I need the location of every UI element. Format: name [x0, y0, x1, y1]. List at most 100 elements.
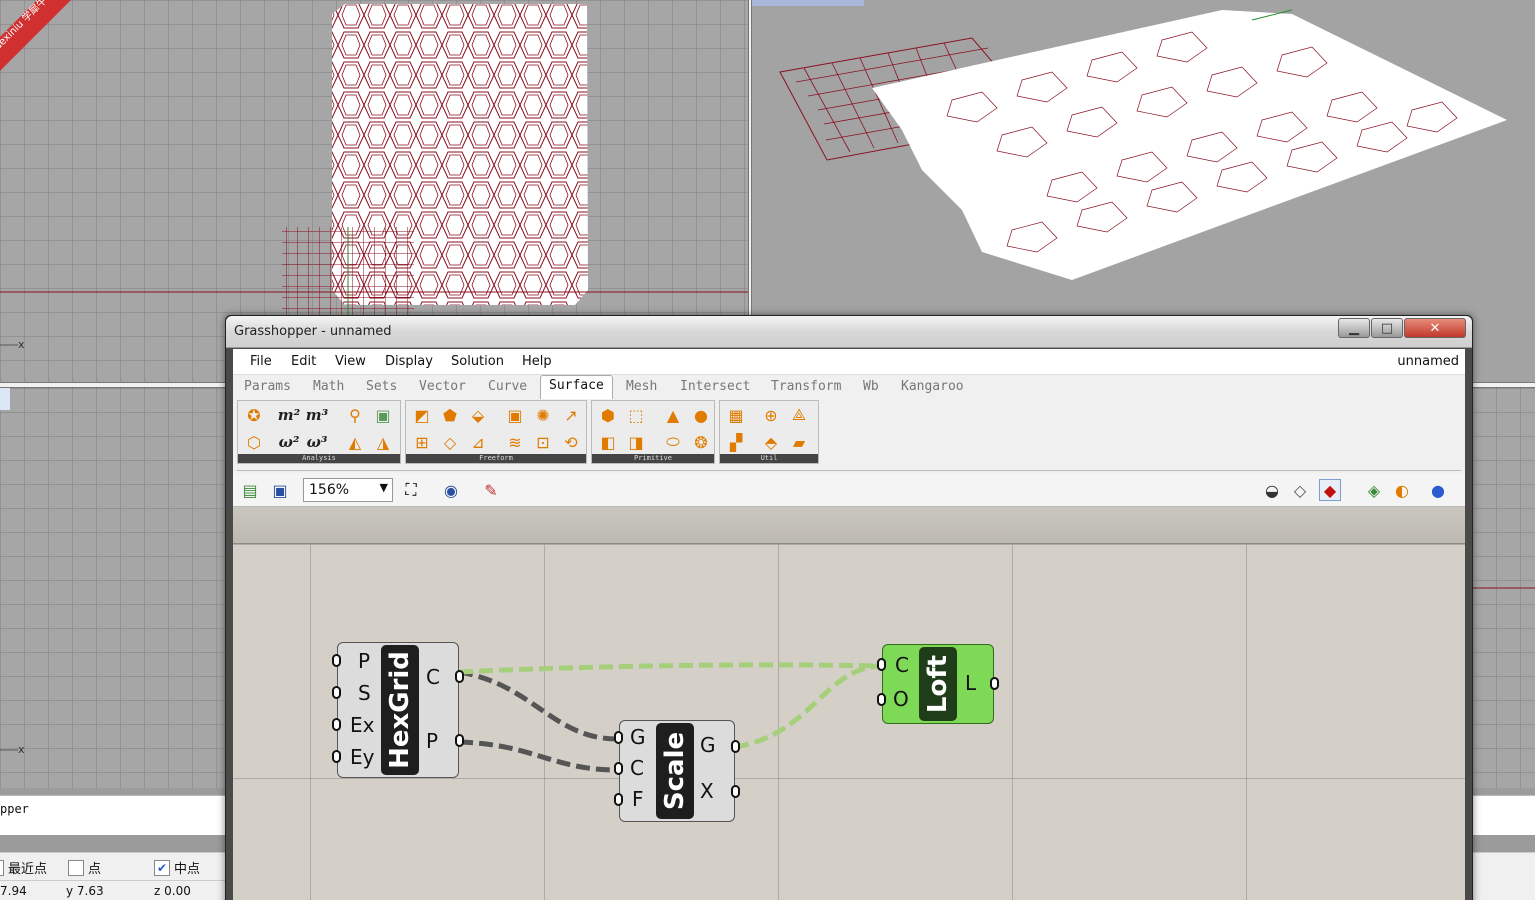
hexgrid-input-p[interactable]: P — [358, 649, 370, 673]
maximize-button[interactable]: □ — [1371, 318, 1403, 338]
tab-wb[interactable]: Wb — [863, 379, 879, 394]
menu-help[interactable]: Help — [522, 354, 552, 369]
boundary-surface-icon[interactable]: ⬟ — [439, 404, 461, 426]
edge-surface-icon[interactable]: ⬙ — [467, 404, 489, 426]
hexgrid-grip-out-p[interactable] — [455, 734, 464, 747]
cone-icon[interactable]: ▲ — [662, 404, 684, 426]
bounding-box-icon[interactable]: ⬢ — [597, 404, 619, 426]
network-surface-icon[interactable]: ⊞ — [411, 431, 433, 453]
pipe-icon[interactable]: ↗ — [560, 404, 582, 426]
point-in-brep-icon[interactable]: ▣ — [372, 404, 394, 426]
zoom-level-select[interactable]: 156% ▼ — [303, 478, 393, 502]
hexgrid-grip-ex[interactable] — [332, 718, 341, 731]
tab-vector[interactable]: Vector — [419, 379, 466, 394]
open-file-icon[interactable]: ▤ — [239, 479, 261, 501]
hexgrid-grip-ey[interactable] — [332, 750, 341, 763]
extrude-icon[interactable]: ▣ — [504, 404, 526, 426]
hexgrid-input-ey[interactable]: Ey — [350, 745, 374, 769]
osnap-midpoint-checkbox[interactable]: ✔ — [154, 859, 170, 876]
scale-input-f[interactable]: F — [632, 787, 644, 811]
scale-grip-out-x[interactable] — [731, 785, 740, 798]
domain-box-icon[interactable]: ◨ — [625, 431, 647, 453]
gh-canvas[interactable]: HexGrid P S Ex Ey C P Scale G C F G X Lo… — [233, 544, 1465, 900]
four-point-surface-icon[interactable]: ◩ — [411, 404, 433, 426]
offset-surface-icon[interactable]: ▰ — [788, 431, 810, 453]
hexgrid-output-p[interactable]: P — [426, 729, 438, 753]
tab-intersect[interactable]: Intersect — [680, 379, 750, 394]
area-moments-2-icon[interactable]: ω² — [278, 431, 300, 453]
isotrim-icon[interactable]: ▞ — [725, 431, 747, 453]
tab-mesh[interactable]: Mesh — [626, 379, 657, 394]
minimize-button[interactable]: ▁ — [1338, 318, 1370, 338]
cylinder-icon[interactable]: ⬭ — [662, 431, 684, 453]
preview-off-icon[interactable]: ◒ — [1261, 479, 1283, 501]
patch-icon[interactable]: ◇ — [439, 431, 461, 453]
menu-file[interactable]: File — [250, 354, 272, 369]
zoom-extents-icon[interactable]: ⛶ — [400, 479, 422, 501]
hexgrid-output-c[interactable]: C — [426, 665, 440, 689]
tab-sets[interactable]: Sets — [366, 379, 397, 394]
osnap-nearest[interactable]: 最近点 — [0, 858, 47, 877]
scale-input-c[interactable]: C — [630, 756, 644, 780]
loft-ribbon-icon[interactable]: ✺ — [532, 404, 554, 426]
scale-component[interactable]: Scale G C F G X — [614, 720, 740, 822]
menu-display[interactable]: Display — [385, 354, 433, 369]
evaluate-surface-icon[interactable]: ⚲ — [344, 404, 366, 426]
tab-surface[interactable]: Surface — [540, 375, 613, 399]
close-button[interactable]: ✕ — [1404, 318, 1466, 338]
preview-shaded-icon[interactable]: ◆ — [1319, 479, 1341, 501]
loft-input-c[interactable]: C — [895, 653, 909, 677]
brep-closest-point-icon[interactable]: ◮ — [372, 431, 394, 453]
hexgrid-grip-p[interactable] — [332, 654, 341, 667]
hexgrid-input-ex[interactable]: Ex — [350, 713, 374, 737]
menu-edit[interactable]: Edit — [291, 354, 316, 369]
hexgrid-component[interactable]: HexGrid P S Ex Ey C P — [332, 642, 464, 778]
loft-grip-c[interactable] — [877, 658, 886, 671]
preview-selected-icon[interactable]: ◈ — [1363, 479, 1385, 501]
cap-holes-icon[interactable]: ⬘ — [760, 431, 782, 453]
volume-icon[interactable]: m³ — [306, 404, 328, 426]
scale-input-g[interactable]: G — [630, 725, 646, 749]
scale-grip-f[interactable] — [614, 793, 623, 806]
loft-output-l[interactable]: L — [965, 671, 976, 695]
ruled-surface-icon[interactable]: ⊿ — [467, 431, 489, 453]
tab-curve[interactable]: Curve — [488, 379, 527, 394]
sphere-icon[interactable]: ● — [690, 404, 712, 426]
gh-titlebar[interactable]: Grasshopper - unnamed ▁ □ ✕ — [226, 316, 1472, 348]
box-2pt-icon[interactable]: ⬚ — [625, 404, 647, 426]
area-icon[interactable]: ✪ — [243, 404, 265, 426]
scale-output-x[interactable]: X — [700, 779, 714, 803]
osnap-point[interactable]: 点 — [68, 858, 101, 877]
loft-grip-o[interactable] — [877, 693, 886, 706]
osnap-nearest-checkbox[interactable] — [0, 859, 4, 876]
surface-closest-point-icon[interactable]: ◭ — [344, 431, 366, 453]
center-box-icon[interactable]: ◧ — [597, 431, 619, 453]
sweep1-icon[interactable]: ≋ — [504, 431, 526, 453]
revolution-icon[interactable]: ⟲ — [560, 431, 582, 453]
hexgrid-input-s[interactable]: S — [358, 681, 371, 705]
scale-grip-c[interactable] — [614, 762, 623, 775]
quad-sphere-icon[interactable]: ❂ — [690, 431, 712, 453]
tab-math[interactable]: Math — [313, 379, 344, 394]
menu-solution[interactable]: Solution — [451, 354, 504, 369]
hexgrid-grip-s[interactable] — [332, 686, 341, 699]
loft-grip-out-l[interactable] — [990, 677, 999, 690]
document-preview-settings-icon[interactable]: ◐ — [1391, 479, 1413, 501]
scale-output-g[interactable]: G — [700, 733, 716, 757]
box-corners-icon[interactable]: ⬡ — [243, 431, 265, 453]
brep-join-icon[interactable]: ⊕ — [760, 404, 782, 426]
preview-eye-icon[interactable]: ◉ — [440, 479, 462, 501]
tab-params[interactable]: Params — [244, 379, 291, 394]
area-moments-icon[interactable]: m² — [278, 404, 300, 426]
loft-input-o[interactable]: O — [893, 687, 909, 711]
surface-frames-icon[interactable]: ⟁ — [788, 404, 810, 426]
loft-component[interactable]: Loft C O L — [877, 644, 999, 724]
hexgrid-grip-out-c[interactable] — [455, 670, 464, 683]
preview-wireframe-icon[interactable]: ◇ — [1289, 479, 1311, 501]
divide-surface-icon[interactable]: ▦ — [725, 404, 747, 426]
scale-grip-g[interactable] — [614, 731, 623, 744]
volume-moments-icon[interactable]: ω³ — [306, 431, 328, 453]
sweep2-icon[interactable]: ⊡ — [532, 431, 554, 453]
tab-kangaroo[interactable]: Kangaroo — [901, 379, 964, 394]
preview-mesh-quality-icon[interactable]: ● — [1427, 479, 1449, 501]
